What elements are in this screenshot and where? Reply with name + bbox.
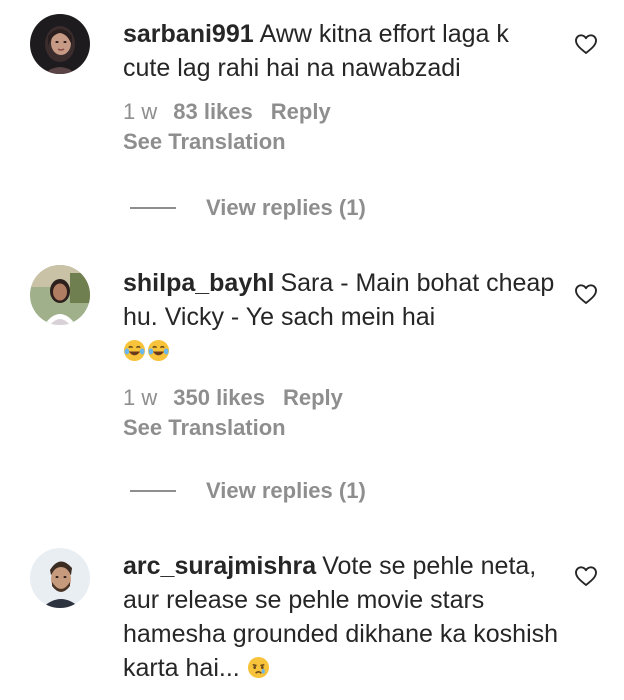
avatar[interactable] bbox=[30, 265, 90, 325]
heart-outline-icon[interactable] bbox=[574, 32, 598, 56]
see-translation-link[interactable]: See Translation bbox=[123, 414, 563, 442]
heart-outline-icon[interactable] bbox=[574, 282, 598, 306]
comment-text: shilpa_bayhl Sara - Main bohat cheap hu. … bbox=[123, 266, 563, 371]
comment-username[interactable]: arc_surajmishra bbox=[123, 552, 316, 580]
face-with-tears-of-joy-emoji bbox=[123, 337, 146, 371]
comment-username[interactable]: sarbani991 bbox=[123, 20, 254, 48]
comment-text: arc_surajmishra Vote se pehle neta, aur r… bbox=[123, 549, 563, 688]
view-replies-button[interactable]: View replies (1) bbox=[130, 476, 366, 506]
comment-time: 1 w bbox=[123, 385, 158, 410]
comment-text: sarbani991 Aww kitna effort laga k cute l… bbox=[123, 17, 563, 85]
face-with-tears-of-joy-emoji bbox=[147, 337, 170, 371]
comment-body: arc_surajmishra Vote se pehle neta, aur r… bbox=[123, 549, 563, 688]
divider-line bbox=[130, 207, 176, 209]
comment-body: shilpa_bayhl Sara - Main bohat cheap hu. … bbox=[123, 266, 563, 442]
avatar[interactable] bbox=[30, 14, 90, 74]
comment-time: 1 w bbox=[123, 99, 158, 124]
heart-outline-icon[interactable] bbox=[574, 564, 598, 588]
comment-likes[interactable]: 83 likes bbox=[173, 99, 253, 124]
reply-button[interactable]: Reply bbox=[271, 99, 331, 124]
avatar[interactable] bbox=[30, 548, 90, 608]
view-replies-label: View replies (1) bbox=[206, 195, 366, 220]
comment-meta: 1 w 83 likes Reply bbox=[123, 98, 563, 126]
view-replies-button[interactable]: View replies (1) bbox=[130, 193, 366, 223]
comment-body: sarbani991 Aww kitna effort laga k cute l… bbox=[123, 17, 563, 156]
reply-button[interactable]: Reply bbox=[283, 385, 343, 410]
comments-list: sarbani991 Aww kitna effort laga k cute l… bbox=[0, 0, 624, 700]
crying-face-emoji bbox=[247, 654, 270, 688]
comment-meta: 1 w 350 likes Reply bbox=[123, 384, 563, 412]
comment-username[interactable]: shilpa_bayhl bbox=[123, 269, 274, 297]
see-translation-link[interactable]: See Translation bbox=[123, 128, 563, 156]
divider-line bbox=[130, 490, 176, 492]
view-replies-label: View replies (1) bbox=[206, 478, 366, 503]
comment-likes[interactable]: 350 likes bbox=[173, 385, 265, 410]
